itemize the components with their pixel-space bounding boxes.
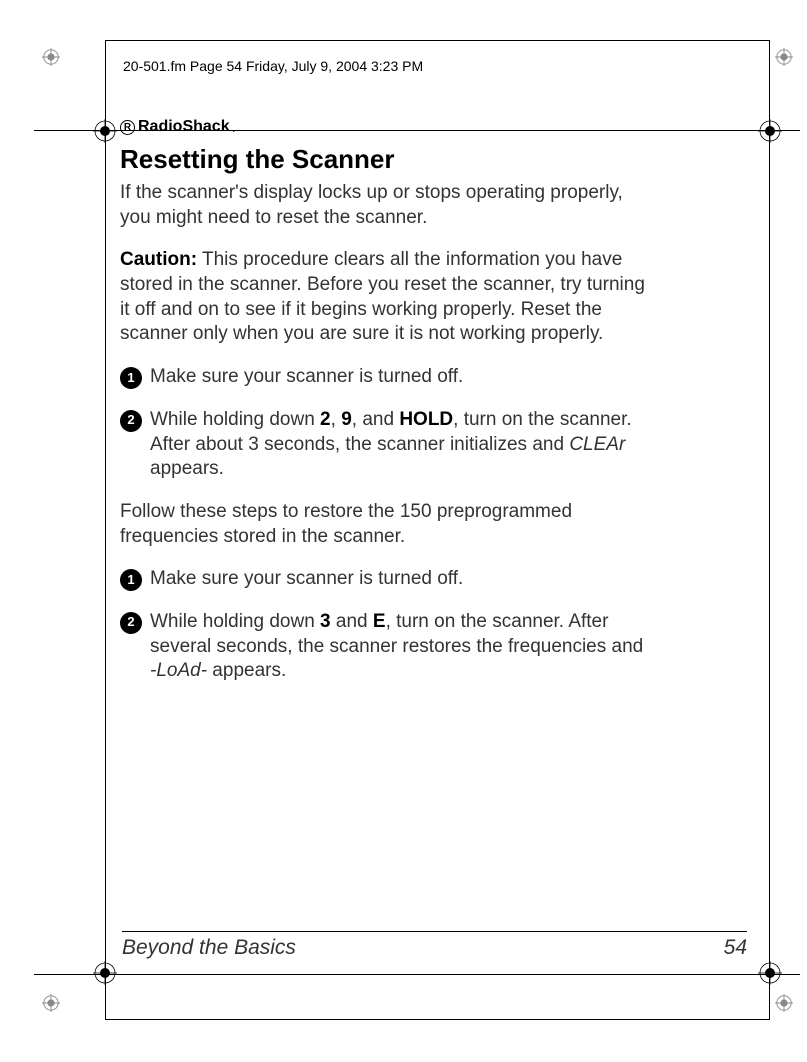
registered-icon: R (120, 120, 135, 135)
crop-mark-icon (775, 48, 793, 66)
crosshair-icon (758, 119, 782, 143)
main-content: R RadioShack . Resetting the Scanner If … (120, 118, 650, 702)
crop-mark-icon (42, 994, 60, 1012)
step-text: While holding down 3 and E, turn on the … (150, 610, 650, 684)
footer-title: Beyond the Basics (122, 936, 296, 960)
header-meta-text: 20-501.fm Page 54 Friday, July 9, 2004 3… (123, 58, 423, 74)
frame-line (34, 974, 800, 975)
brand-suffix: . (233, 125, 235, 134)
step-item: 2 While holding down 2, 9, and HOLD, tur… (120, 408, 650, 482)
crosshair-icon (93, 119, 117, 143)
step-item: 1 Make sure your scanner is turned off. (120, 567, 650, 592)
intro-paragraph: If the scanner's display locks up or sto… (120, 181, 650, 230)
brand-logo: R RadioShack . (120, 118, 650, 136)
crop-mark-icon (775, 994, 793, 1012)
brand-name: RadioShack (138, 118, 230, 136)
step-item: 1 Make sure your scanner is turned off. (120, 365, 650, 390)
caution-paragraph: Caution: This procedure clears all the i… (120, 248, 650, 347)
step-text: Make sure your scanner is turned off. (150, 365, 650, 390)
caution-text: This procedure clears all the informatio… (120, 249, 645, 344)
step-item: 2 While holding down 3 and E, turn on th… (120, 610, 650, 684)
step-number-badge: 2 (120, 410, 142, 432)
footer-page-number: 54 (724, 936, 747, 960)
step-text: Make sure your scanner is turned off. (150, 567, 650, 592)
section-title: Resetting the Scanner (120, 144, 650, 175)
crop-mark-icon (42, 48, 60, 66)
step-number-badge: 1 (120, 569, 142, 591)
step-text: While holding down 2, 9, and HOLD, turn … (150, 408, 650, 482)
step-number-badge: 1 (120, 367, 142, 389)
page-footer: Beyond the Basics 54 (122, 931, 747, 960)
step-number-badge: 2 (120, 612, 142, 634)
caution-label: Caution: (120, 249, 197, 270)
mid-paragraph: Follow these steps to restore the 150 pr… (120, 500, 650, 549)
